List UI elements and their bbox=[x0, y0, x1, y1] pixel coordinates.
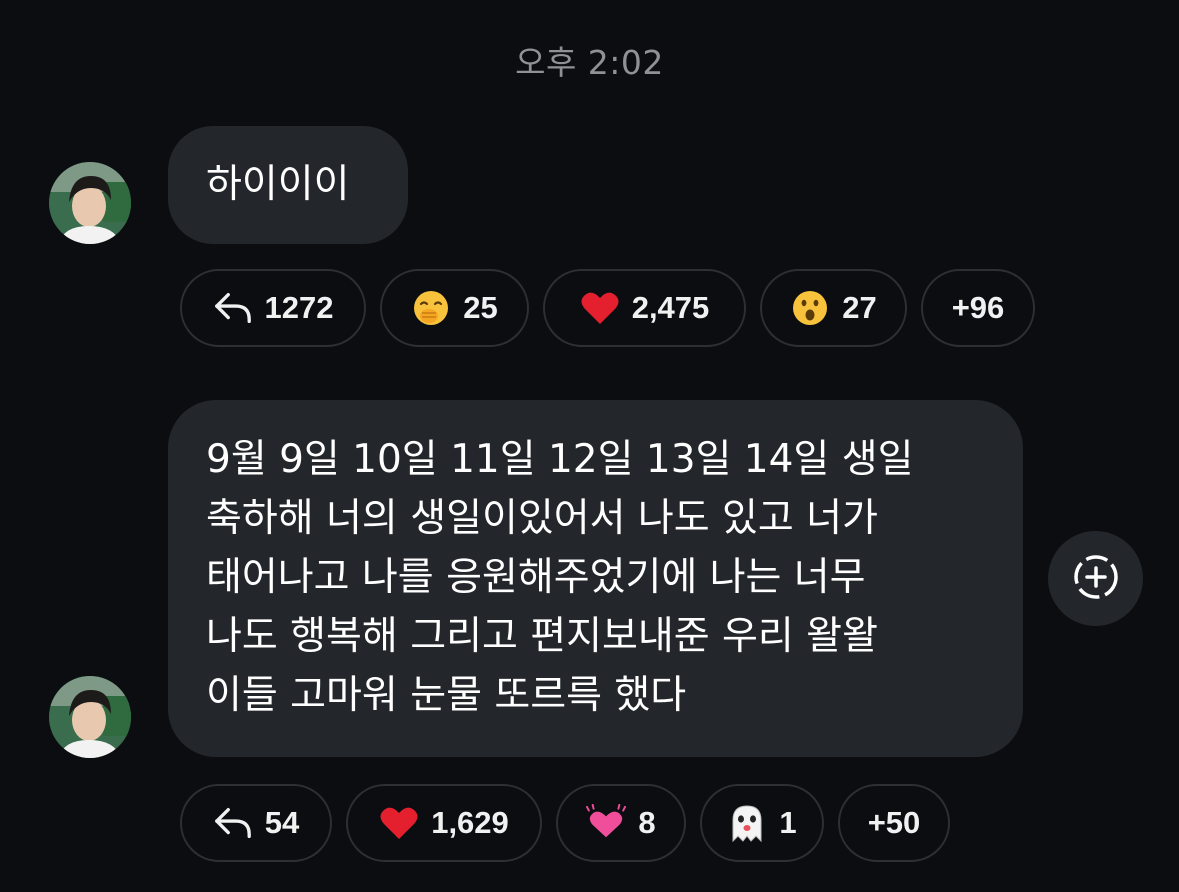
more-reactions-count: +50 bbox=[867, 805, 921, 840]
add-reaction-button[interactable] bbox=[1048, 531, 1143, 626]
surprised-face-emoji bbox=[790, 288, 830, 328]
reply-count-button[interactable]: 1272 bbox=[180, 269, 366, 347]
reply-count-button[interactable]: 54 bbox=[180, 784, 332, 862]
message-bubble[interactable]: 9월 9일 10일 11일 12일 13일 14일 생일 축하해 너의 생일이있… bbox=[168, 400, 1023, 757]
face-with-hand-over-mouth-emoji bbox=[411, 288, 451, 328]
reaction-pill[interactable]: 25 bbox=[380, 269, 529, 347]
reaction-count: 27 bbox=[842, 290, 877, 325]
more-reactions-button[interactable]: +50 bbox=[838, 784, 950, 862]
reaction-bar: 1272 25 2,475 27 +96 bbox=[180, 269, 1035, 347]
message-text: 하이이이 bbox=[206, 162, 350, 207]
avatar[interactable] bbox=[49, 162, 131, 244]
message-text-line: 축하해 너의 생일이있어서 나도 있고 너가 bbox=[206, 496, 878, 541]
avatar[interactable] bbox=[49, 676, 131, 758]
reaction-count: 8 bbox=[638, 805, 656, 840]
message-bubble[interactable]: 하이이이 bbox=[168, 126, 408, 244]
red-heart-emoji bbox=[379, 803, 419, 843]
reaction-count: 1272 bbox=[264, 290, 334, 325]
timestamp: 오후 2:02 bbox=[515, 43, 664, 82]
reaction-count: 25 bbox=[463, 290, 498, 325]
add-reaction-icon bbox=[1071, 552, 1121, 606]
avatar-photo bbox=[49, 676, 131, 758]
reaction-pill[interactable]: 27 bbox=[760, 269, 907, 347]
reply-arrow-icon bbox=[213, 288, 253, 328]
red-heart-emoji bbox=[580, 288, 620, 328]
reaction-bar: 54 1,629 8 1 +50 bbox=[180, 784, 950, 862]
reply-arrow-icon bbox=[213, 803, 253, 843]
reaction-count: 2,475 bbox=[631, 290, 710, 325]
reaction-count: 1,629 bbox=[431, 805, 509, 840]
message-text-line: 나도 행복해 그리고 편지보내준 우리 왈왈 bbox=[206, 614, 878, 659]
avatar-photo bbox=[49, 162, 131, 244]
more-reactions-button[interactable]: +96 bbox=[921, 269, 1035, 347]
reaction-count: 1 bbox=[779, 805, 797, 840]
reaction-pill[interactable]: 2,475 bbox=[543, 269, 746, 347]
ghost-emoji bbox=[727, 803, 767, 843]
reaction-pill[interactable]: 1,629 bbox=[346, 784, 542, 862]
message-text-line: 9월 9일 10일 11일 12일 13일 14일 생일 bbox=[206, 437, 914, 482]
reaction-pill[interactable]: 1 bbox=[700, 784, 824, 862]
message-text-line: 이들 고마워 눈물 또르륵 했다 bbox=[206, 673, 687, 718]
beating-heart-emoji bbox=[586, 803, 627, 843]
reaction-count: 54 bbox=[264, 805, 300, 840]
more-reactions-count: +96 bbox=[951, 290, 1005, 325]
reaction-pill[interactable]: 8 bbox=[556, 784, 686, 862]
message-text-line: 태어나고 나를 응원해주었기에 나는 너무 bbox=[206, 555, 866, 600]
